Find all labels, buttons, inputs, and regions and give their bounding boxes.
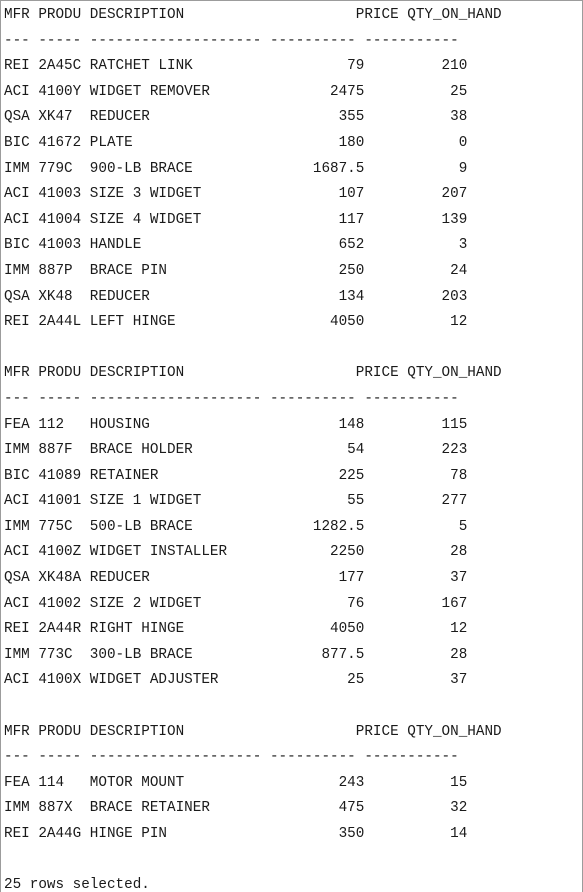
row-count-line: 25 rows selected. (4, 877, 150, 892)
result-row: BIC 41672 PLATE 180 0 (4, 134, 468, 151)
column-separator-line: --- ----- -------------------- ---------… (4, 390, 459, 407)
result-row: QSA XK48A REDUCER 177 37 (4, 570, 468, 587)
result-row: BIC 41003 HANDLE 652 3 (4, 237, 468, 254)
result-row: FEA 112 HOUSING 148 115 (4, 416, 468, 433)
result-row: QSA XK47 REDUCER 355 38 (4, 109, 468, 126)
column-separator-line: --- ----- -------------------- ---------… (4, 749, 459, 766)
column-header-line: MFR PRODU DESCRIPTION PRICE QTY_ON_HAND (4, 723, 502, 740)
result-row: ACI 41002 SIZE 2 WIDGET 76 167 (4, 595, 468, 612)
sql-output-console[interactable]: MFR PRODU DESCRIPTION PRICE QTY_ON_HAND -… (0, 0, 583, 892)
result-row: ACI 4100Y WIDGET REMOVER 2475 25 (4, 83, 468, 100)
result-row: ACI 4100Z WIDGET INSTALLER 2250 28 (4, 544, 468, 561)
result-row: REI 2A45C RATCHET LINK 79 210 (4, 58, 468, 75)
result-row: REI 2A44G HINGE PIN 350 14 (4, 826, 468, 842)
result-row: REI 2A44L LEFT HINGE 4050 12 (4, 314, 468, 331)
result-row: REI 2A44R RIGHT HINGE 4050 12 (4, 621, 468, 638)
result-row: IMM 773C 300-LB BRACE 877.5 28 (4, 646, 468, 663)
column-header-line: MFR PRODU DESCRIPTION PRICE QTY_ON_HAND (4, 7, 502, 23)
column-separator-line: --- ----- -------------------- ---------… (4, 32, 459, 49)
result-row: BIC 41089 RETAINER 225 78 (4, 467, 468, 484)
result-row: ACI 41003 SIZE 3 WIDGET 107 207 (4, 186, 468, 203)
result-row: IMM 779C 900-LB BRACE 1687.5 9 (4, 160, 468, 177)
query-result-text: MFR PRODU DESCRIPTION PRICE QTY_ON_HAND -… (1, 1, 582, 892)
column-header-line: MFR PRODU DESCRIPTION PRICE QTY_ON_HAND (4, 365, 502, 382)
result-row: FEA 114 MOTOR MOUNT 243 15 (4, 774, 468, 791)
result-row: IMM 775C 500-LB BRACE 1282.5 5 (4, 518, 468, 535)
result-row: IMM 887P BRACE PIN 250 24 (4, 262, 468, 279)
result-row: ACI 41001 SIZE 1 WIDGET 55 277 (4, 493, 468, 510)
result-row: QSA XK48 REDUCER 134 203 (4, 288, 468, 305)
result-row: IMM 887F BRACE HOLDER 54 223 (4, 442, 468, 459)
result-row: ACI 41004 SIZE 4 WIDGET 117 139 (4, 211, 468, 228)
result-row: ACI 4100X WIDGET ADJUSTER 25 37 (4, 672, 468, 689)
result-row: IMM 887X BRACE RETAINER 475 32 (4, 800, 468, 817)
